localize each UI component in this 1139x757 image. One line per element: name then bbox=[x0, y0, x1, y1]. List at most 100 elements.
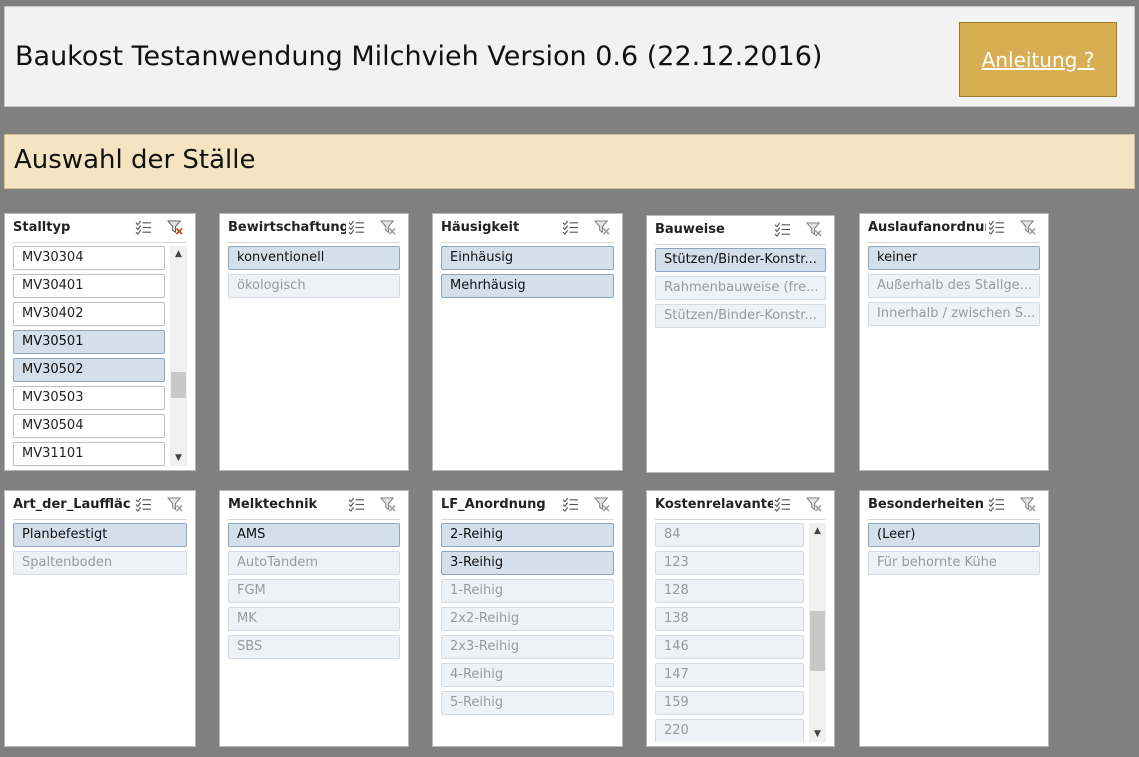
slicer-stalltyp: Stalltyp MV30304 MV30401 MV30402 MV30501… bbox=[4, 213, 196, 471]
multi-select-icon[interactable] bbox=[348, 497, 365, 512]
slicer-header: Melktechnik bbox=[228, 491, 400, 520]
slicer-item[interactable]: keiner bbox=[868, 246, 1040, 270]
help-button[interactable]: Anleitung ? bbox=[959, 22, 1117, 97]
slicer-item[interactable]: Innerhalb / zwischen S... bbox=[868, 302, 1040, 326]
slicer-item[interactable]: MV30502 bbox=[13, 358, 165, 382]
scrollbar[interactable]: ▲ ▼ bbox=[170, 246, 187, 466]
slicer-title: Besonderheiten bbox=[868, 497, 984, 512]
slicer-item[interactable]: MV30304 bbox=[13, 246, 165, 270]
scrollbar[interactable]: ▲ ▼ bbox=[809, 523, 826, 742]
slicer-item[interactable]: MV30501 bbox=[13, 330, 165, 354]
chevron-down-icon[interactable]: ▼ bbox=[809, 726, 826, 742]
slicer-item[interactable]: MK bbox=[228, 607, 400, 631]
chevron-up-icon[interactable]: ▲ bbox=[809, 523, 826, 539]
app-title: Baukost Testanwendung Milchvieh Version … bbox=[15, 41, 823, 72]
slicer-item[interactable]: SBS bbox=[228, 635, 400, 659]
slicer-items: 2-Reihig 3-Reihig 1-Reihig 2x2-Reihig 2x… bbox=[441, 523, 614, 742]
clear-filter-icon[interactable] bbox=[167, 497, 184, 513]
slicer-item[interactable]: MV30503 bbox=[13, 386, 165, 410]
slicer-title: Melktechnik bbox=[228, 497, 318, 512]
slicer-item[interactable]: Rahmenbauweise (fre... bbox=[655, 276, 826, 300]
slicer-item[interactable]: 128 bbox=[655, 579, 804, 603]
slicer-item[interactable]: MV30504 bbox=[13, 414, 165, 438]
clear-filter-icon[interactable] bbox=[1020, 220, 1037, 236]
slicer-besonderheiten: Besonderheiten (Leer) Für behornte Kühe bbox=[859, 490, 1049, 747]
slicer-item[interactable]: 146 bbox=[655, 635, 804, 659]
header-bar: Baukost Testanwendung Milchvieh Version … bbox=[4, 6, 1135, 107]
slicer-item[interactable]: ökologisch bbox=[228, 274, 400, 298]
slicer-item[interactable]: Stützen/Binder-Konstr... bbox=[655, 248, 826, 272]
slicer-item[interactable]: 147 bbox=[655, 663, 804, 687]
slicer-title: Bauweise bbox=[655, 222, 725, 237]
slicer-items: AMS AutoTandem FGM MK SBS bbox=[228, 523, 400, 742]
slicer-item[interactable]: (Leer) bbox=[868, 523, 1040, 547]
slicer-item[interactable]: Einhäusig bbox=[441, 246, 614, 270]
slicer-item[interactable]: konventionell bbox=[228, 246, 400, 270]
slicer-item[interactable]: Mehrhäusig bbox=[441, 274, 614, 298]
multi-select-icon[interactable] bbox=[774, 222, 791, 237]
clear-filter-icon[interactable] bbox=[380, 220, 397, 236]
clear-filter-icon[interactable] bbox=[594, 220, 611, 236]
multi-select-icon[interactable] bbox=[562, 220, 579, 235]
slicer-item[interactable]: 159 bbox=[655, 691, 804, 715]
slicer-item[interactable]: Stützen/Binder-Konstr... bbox=[655, 304, 826, 328]
slicer-item[interactable]: Für behornte Kühe bbox=[868, 551, 1040, 575]
slicer-items: (Leer) Für behornte Kühe bbox=[868, 523, 1040, 742]
slicer-title: Art_der_Lauffläc... bbox=[13, 497, 131, 512]
slicer-title: Bewirtschaftung bbox=[228, 220, 346, 235]
slicer-item[interactable]: FGM bbox=[228, 579, 400, 603]
slicer-item[interactable]: MV30402 bbox=[13, 302, 165, 326]
slicer-item[interactable]: 138 bbox=[655, 607, 804, 631]
slicer-title: Kostenrelavante ... bbox=[655, 497, 773, 512]
slicer-title: LF_Anordnung bbox=[441, 497, 546, 512]
slicer-header: Kostenrelavante ... bbox=[655, 491, 826, 520]
slicer-item[interactable]: 2x3-Reihig bbox=[441, 635, 614, 659]
multi-select-icon[interactable] bbox=[135, 497, 152, 512]
slicer-item[interactable]: Spaltenboden bbox=[13, 551, 187, 575]
multi-select-icon[interactable] bbox=[988, 220, 1005, 235]
slicer-melktechnik: Melktechnik AMS AutoTandem FGM MK SBS bbox=[219, 490, 409, 747]
section-title: Auswahl der Ställe bbox=[14, 145, 256, 175]
clear-filter-icon[interactable] bbox=[594, 497, 611, 513]
slicer-item[interactable]: Außerhalb des Stallge... bbox=[868, 274, 1040, 298]
slicer-header: Stalltyp bbox=[13, 214, 187, 243]
slicer-item[interactable]: 5-Reihig bbox=[441, 691, 614, 715]
multi-select-icon[interactable] bbox=[348, 220, 365, 235]
multi-select-icon[interactable] bbox=[988, 497, 1005, 512]
section-header: Auswahl der Ställe bbox=[4, 134, 1135, 189]
slicer-title: Auslaufanordnung bbox=[868, 220, 986, 235]
clear-filter-icon[interactable] bbox=[806, 497, 823, 513]
slicer-kosten: Kostenrelavante ... 84 123 128 138 146 1… bbox=[646, 490, 835, 747]
clear-filter-icon[interactable] bbox=[380, 497, 397, 513]
slicer-header: Besonderheiten bbox=[868, 491, 1040, 520]
slicer-item[interactable]: AutoTandem bbox=[228, 551, 400, 575]
multi-select-icon[interactable] bbox=[135, 220, 152, 235]
slicer-item[interactable]: 1-Reihig bbox=[441, 579, 614, 603]
slicer-items: MV30304 MV30401 MV30402 MV30501 MV30502 … bbox=[13, 246, 165, 466]
clear-filter-icon[interactable] bbox=[1020, 497, 1037, 513]
slicer-header: LF_Anordnung bbox=[441, 491, 614, 520]
slicer-item[interactable]: Planbefestigt bbox=[13, 523, 187, 547]
chevron-down-icon[interactable]: ▼ bbox=[170, 450, 187, 466]
multi-select-icon[interactable] bbox=[562, 497, 579, 512]
slicer-item[interactable]: 220 bbox=[655, 719, 804, 742]
slicer-items: Planbefestigt Spaltenboden bbox=[13, 523, 187, 742]
slicer-item[interactable]: AMS bbox=[228, 523, 400, 547]
slicer-items: konventionell ökologisch bbox=[228, 246, 400, 466]
slicer-item[interactable]: 84 bbox=[655, 523, 804, 547]
slicer-item[interactable]: 123 bbox=[655, 551, 804, 575]
scroll-thumb[interactable] bbox=[171, 372, 186, 398]
scroll-thumb[interactable] bbox=[810, 611, 825, 671]
slicer-auslaufanordnung: Auslaufanordnung keiner Außerhalb des St… bbox=[859, 213, 1049, 471]
slicer-item[interactable]: 3-Reihig bbox=[441, 551, 614, 575]
clear-filter-icon[interactable] bbox=[167, 220, 184, 236]
clear-filter-icon[interactable] bbox=[806, 222, 823, 238]
multi-select-icon[interactable] bbox=[774, 497, 791, 512]
slicer-item[interactable]: MV30401 bbox=[13, 274, 165, 298]
slicer-item[interactable]: 4-Reihig bbox=[441, 663, 614, 687]
slicer-item[interactable]: 2x2-Reihig bbox=[441, 607, 614, 631]
slicer-item[interactable]: 2-Reihig bbox=[441, 523, 614, 547]
slicer-item[interactable]: MV31101 bbox=[13, 442, 165, 466]
slicer-header: Bauweise bbox=[655, 216, 826, 245]
chevron-up-icon[interactable]: ▲ bbox=[170, 246, 187, 262]
